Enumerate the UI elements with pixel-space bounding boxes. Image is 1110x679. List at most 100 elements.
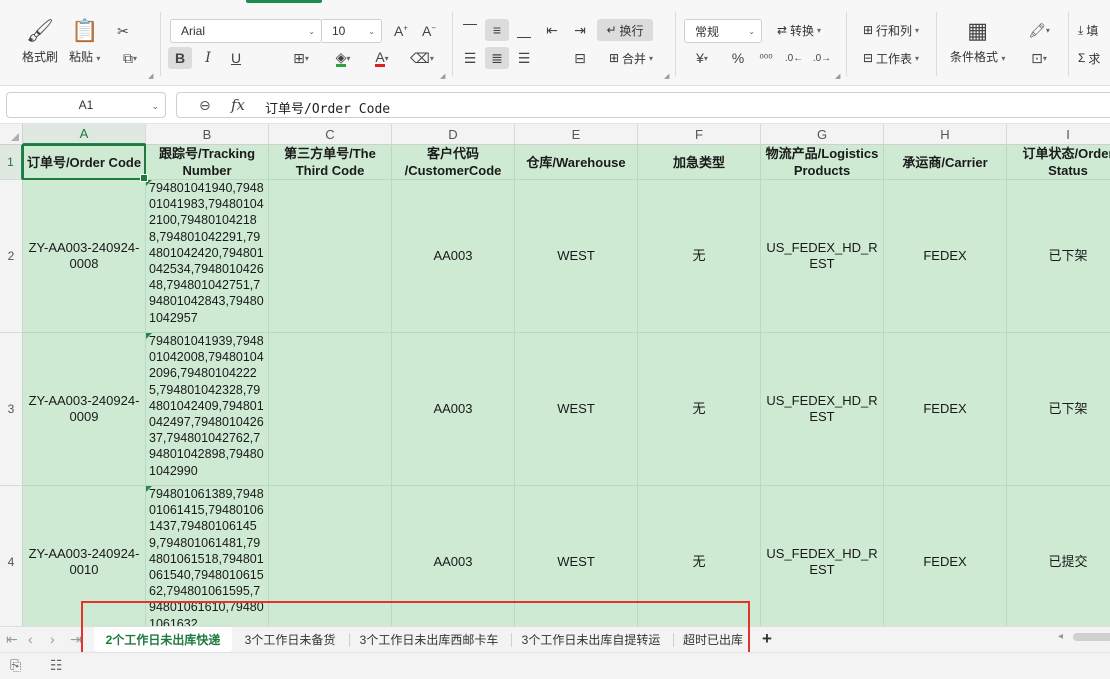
cell-a3[interactable]: ZY-AA003-240924-0009	[23, 333, 146, 486]
borders-button[interactable]: ⊞ ▾	[283, 47, 319, 69]
cell-d3[interactable]: AA003	[392, 333, 515, 486]
align-top-button[interactable]: ⎺	[458, 19, 482, 41]
cell-h2[interactable]: FEDEX	[884, 180, 1007, 333]
sheet-tab[interactable]: 超时已出库	[674, 627, 752, 652]
next-sheet-icon[interactable]: ›	[50, 631, 55, 647]
row-header-4[interactable]: 4	[0, 486, 23, 626]
font-color-button[interactable]: A ▾	[364, 47, 400, 69]
align-middle-button[interactable]: ≡	[485, 19, 509, 41]
function-icon[interactable]: fx	[231, 96, 245, 114]
header-cell-c[interactable]: 第三方单号/The Third Code	[269, 145, 392, 180]
cell-b4[interactable]: 794801061389,794801061415,794801061437,7…	[146, 486, 269, 626]
last-sheet-icon[interactable]: ⇥	[70, 631, 82, 648]
conditional-format-button[interactable]: ▦ 条件格式 ▾	[950, 18, 1005, 65]
formula-content[interactable]: 订单号/Order Code	[265, 98, 390, 117]
header-cell-f[interactable]: 加急类型	[638, 145, 761, 180]
header-cell-a[interactable]: 订单号/Order Code	[23, 145, 146, 180]
alignment-dialog-launcher-icon[interactable]: ◢	[664, 72, 669, 80]
horizontal-scrollbar[interactable]: ◂	[1058, 631, 1110, 642]
cell-d2[interactable]: AA003	[392, 180, 515, 333]
align-right-button[interactable]: ☰	[512, 47, 536, 69]
align-center-button[interactable]: ≣	[485, 47, 509, 69]
font-size-select[interactable]: 10 ⌄	[322, 19, 382, 43]
cut-button[interactable]: ✂	[110, 20, 136, 42]
add-sheet-button[interactable]: +	[762, 629, 772, 649]
clear-button[interactable]: ⌫ ▾	[404, 47, 440, 69]
column-header-d[interactable]: D	[392, 124, 515, 145]
cell-b3[interactable]: 794801041939,794801042008,794801042096,7…	[146, 333, 269, 486]
percent-format-button[interactable]: %	[726, 47, 750, 69]
cell-c4[interactable]	[269, 486, 392, 626]
cell-h3[interactable]: FEDEX	[884, 333, 1007, 486]
column-header-h[interactable]: H	[884, 124, 1007, 145]
cell-b2[interactable]: 794801041940,794801041983,794801042100,7…	[146, 180, 269, 333]
scroll-thumb[interactable]	[1073, 632, 1110, 641]
bold-button[interactable]: B	[168, 47, 192, 69]
header-cell-b[interactable]: 跟踪号/Tracking Number	[146, 145, 269, 180]
underline-button[interactable]: U	[224, 47, 248, 69]
cell-a4[interactable]: ZY-AA003-240924-0010	[23, 486, 146, 626]
cell-g4[interactable]: US_FEDEX_HD_REST	[761, 486, 884, 626]
fill-color-button[interactable]: ◈ ▾	[325, 47, 361, 69]
font-dialog-launcher-icon[interactable]: ◢	[440, 72, 445, 80]
cell-f2[interactable]: 无	[638, 180, 761, 333]
column-header-g[interactable]: G	[761, 124, 884, 145]
macro-icon[interactable]: ⎘	[10, 657, 21, 674]
align-bottom-button[interactable]: ⎽	[512, 19, 536, 41]
cell-e4[interactable]: WEST	[515, 486, 638, 626]
chevron-down-icon[interactable]: ⌄	[151, 101, 159, 112]
cell-g2[interactable]: US_FEDEX_HD_REST	[761, 180, 884, 333]
decrease-font-size-button[interactable]: A−	[418, 20, 440, 42]
format-painter-button[interactable]: 🖌 格式刷	[22, 18, 58, 65]
row-header-2[interactable]: 2	[0, 180, 23, 333]
name-box[interactable]: A1 ⌄	[6, 92, 166, 118]
sheet-tab[interactable]: 3个工作日未出库西邮卡车	[350, 627, 508, 652]
distributed-align-button[interactable]: ⊟	[568, 47, 592, 69]
formula-input[interactable]: ⊖ fx 订单号/Order Code	[176, 92, 1110, 118]
cell-d4[interactable]: AA003	[392, 486, 515, 626]
clipboard-dialog-launcher-icon[interactable]: ◢	[148, 72, 153, 80]
first-sheet-icon[interactable]: ⇤	[6, 631, 18, 648]
table-style-button[interactable]: ⊡ ▾	[1022, 47, 1056, 69]
zoom-icon[interactable]: ⊖	[199, 97, 211, 114]
cell-e3[interactable]: WEST	[515, 333, 638, 486]
paste-button[interactable]: 📋 粘贴 ▾	[69, 18, 100, 65]
header-cell-d[interactable]: 客户代码 /CustomerCode	[392, 145, 515, 180]
cell-e2[interactable]: WEST	[515, 180, 638, 333]
prev-sheet-icon[interactable]: ‹	[28, 631, 33, 647]
fill-button[interactable]: ⤓ 填	[1074, 19, 1110, 41]
number-format-select[interactable]: 常规 ⌄	[684, 19, 762, 43]
header-cell-h[interactable]: 承运商/Carrier	[884, 145, 1007, 180]
sheet-list-icon[interactable]: ☷	[50, 657, 63, 674]
row-header-1[interactable]: 1	[0, 145, 23, 180]
column-header-f[interactable]: F	[638, 124, 761, 145]
decrease-decimal-button[interactable]: .0→	[810, 47, 834, 69]
row-header-3[interactable]: 3	[0, 333, 23, 486]
scroll-left-icon[interactable]: ◂	[1058, 631, 1063, 642]
italic-button[interactable]: I	[196, 47, 220, 69]
column-header-e[interactable]: E	[515, 124, 638, 145]
cell-i2[interactable]: 已下架	[1007, 180, 1110, 333]
header-cell-i[interactable]: 订单状态/Order Status	[1007, 145, 1110, 180]
worksheet-button[interactable]: ⊟ 工作表 ▾	[854, 47, 928, 69]
cell-h4[interactable]: FEDEX	[884, 486, 1007, 626]
sheet-tab[interactable]: 3个工作日未出库自提转运	[512, 627, 670, 652]
cell-i4[interactable]: 已提交	[1007, 486, 1110, 626]
increase-indent-button[interactable]: ⇥	[568, 19, 592, 41]
header-cell-e[interactable]: 仓库/Warehouse	[515, 145, 638, 180]
sheet-tab[interactable]: 3个工作日未备货	[234, 627, 346, 652]
thousands-separator-button[interactable]: ⁰⁰⁰	[754, 47, 778, 69]
spreadsheet-grid[interactable]: A B C D E F G H I 1 2 3 4 订单号/Order Code 跟踪号/Tracking …	[0, 124, 1110, 626]
cell-f3[interactable]: 无	[638, 333, 761, 486]
increase-font-size-button[interactable]: A+	[390, 20, 412, 42]
copy-button[interactable]: ⧉ ▾	[112, 47, 148, 69]
cell-g3[interactable]: US_FEDEX_HD_REST	[761, 333, 884, 486]
increase-decimal-button[interactable]: .0←	[782, 47, 806, 69]
header-cell-g[interactable]: 物流产品/Logistics Products	[761, 145, 884, 180]
merge-cells-button[interactable]: ⊞ 合并 ▾	[599, 47, 663, 69]
decrease-indent-button[interactable]: ⇤	[540, 19, 564, 41]
cell-f4[interactable]: 无	[638, 486, 761, 626]
column-header-b[interactable]: B	[146, 124, 269, 145]
cell-i3[interactable]: 已下架	[1007, 333, 1110, 486]
select-all-button[interactable]	[0, 124, 23, 145]
